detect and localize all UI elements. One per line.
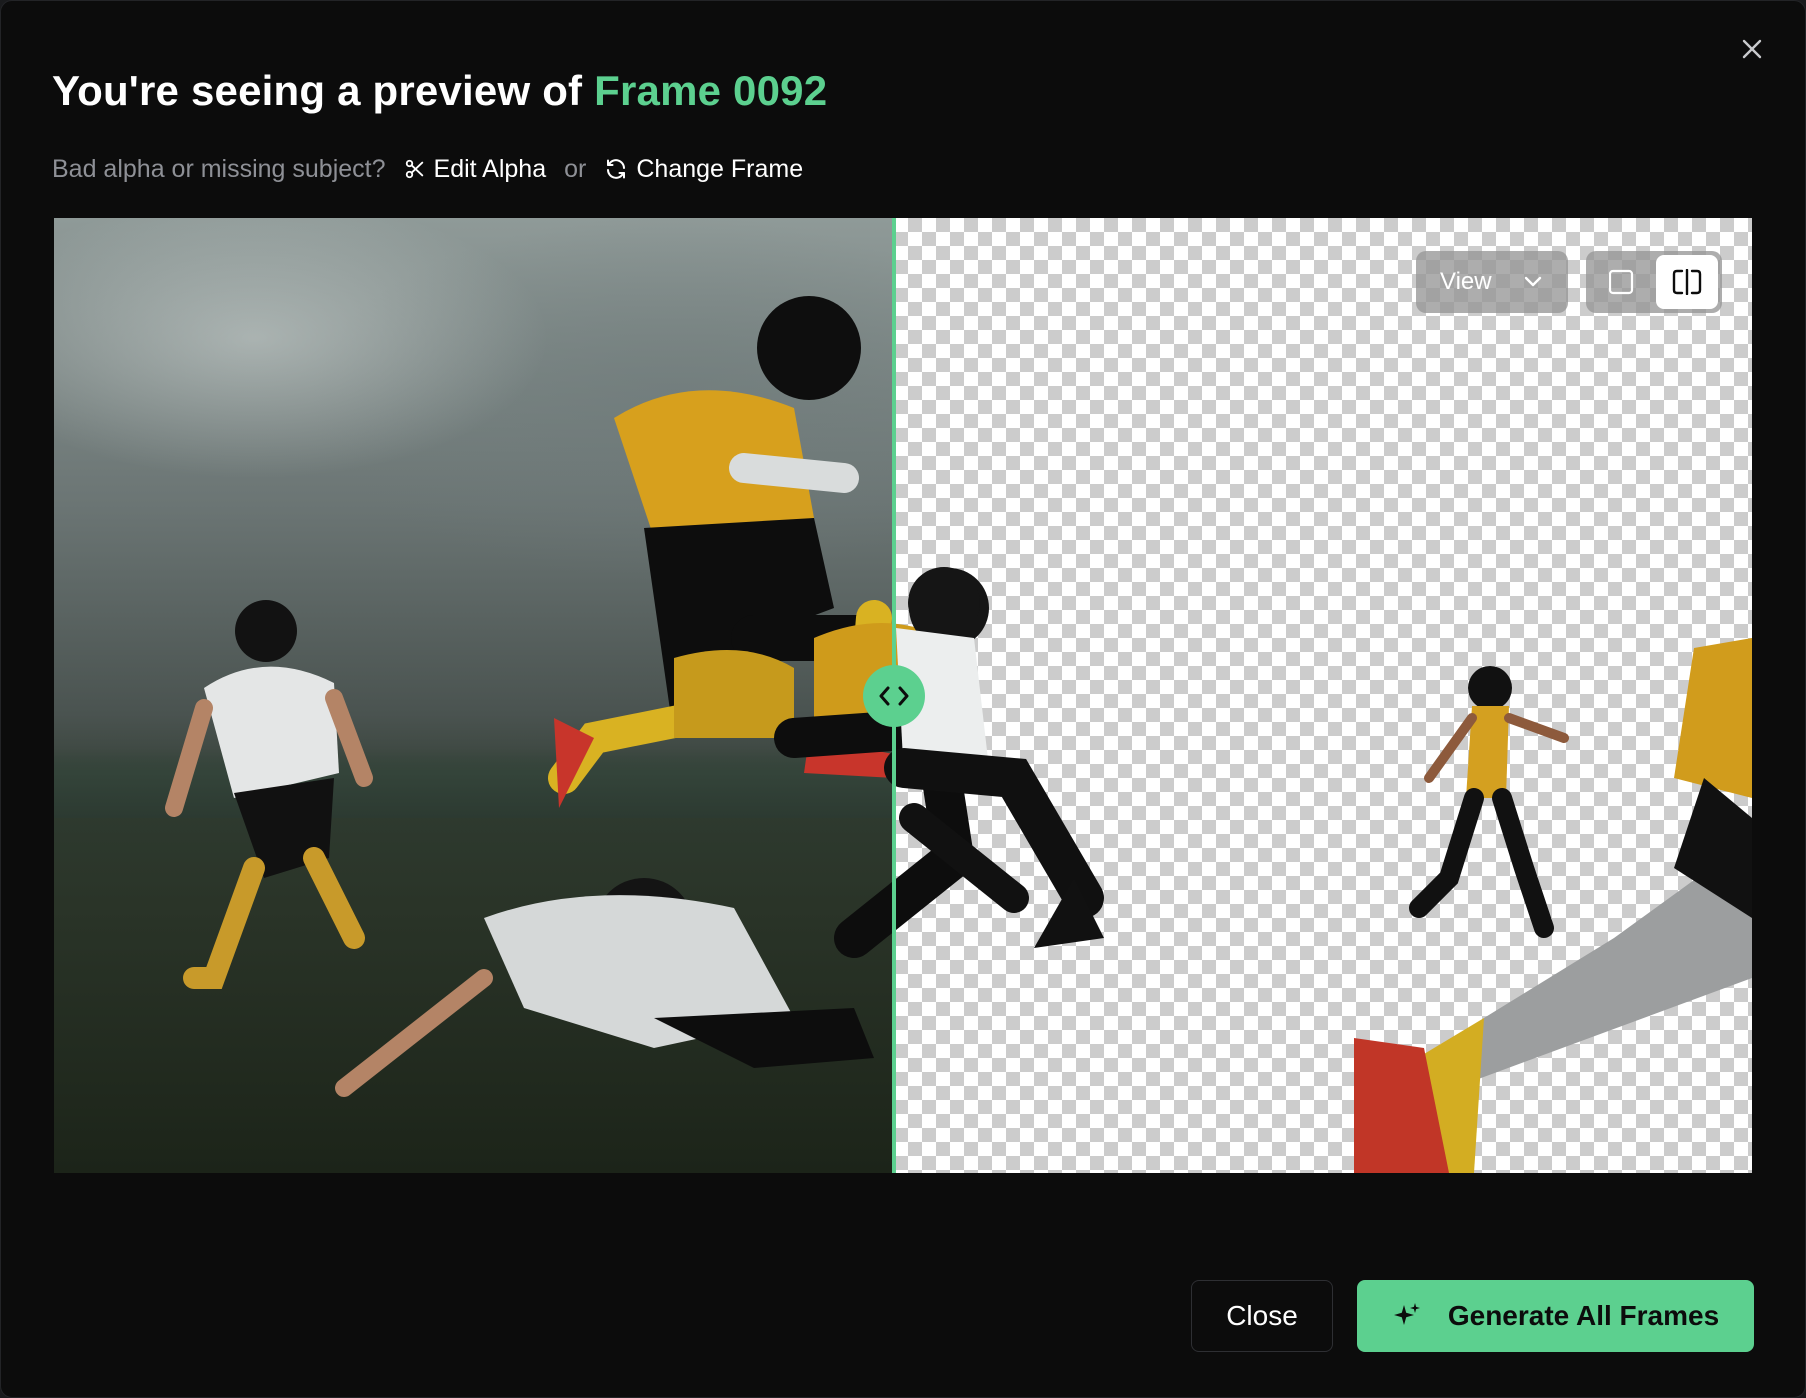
frame-name: Frame 0092: [594, 67, 828, 114]
diving-player-figure: [335, 878, 874, 1097]
help-line: Bad alpha or missing subject? Edit Alpha…: [52, 151, 803, 187]
view-mode-toggle: [1586, 251, 1722, 313]
sparkle-icon: [1393, 1303, 1420, 1325]
edit-alpha-link[interactable]: Edit Alpha: [404, 154, 547, 184]
left-right-arrows-icon: [879, 686, 909, 706]
refresh-icon: [607, 159, 626, 179]
help-prompt: Bad alpha or missing subject?: [52, 154, 386, 183]
generate-all-frames-button[interactable]: Generate All Frames: [1357, 1280, 1754, 1352]
view-dropdown-label: View: [1440, 268, 1492, 295]
split-compare-icon: [1672, 269, 1702, 295]
change-frame-link[interactable]: Change Frame: [604, 155, 803, 184]
single-view-button[interactable]: [1590, 255, 1652, 309]
split-view-button[interactable]: [1656, 255, 1718, 309]
close-button[interactable]: Close: [1191, 1280, 1333, 1352]
split-drag-handle[interactable]: [863, 665, 925, 727]
dialog-title: You're seeing a preview of Frame 0092: [52, 67, 827, 115]
edit-alpha-label: Edit Alpha: [433, 154, 547, 183]
close-icon: [1742, 39, 1762, 59]
preview-dialog: You're seeing a preview of Frame 0092 Ba…: [0, 0, 1806, 1398]
compare-preview[interactable]: View: [54, 218, 1752, 1173]
scissors-icon: [405, 159, 423, 179]
title-prefix: You're seeing a preview of: [52, 67, 595, 114]
square-icon: [1608, 269, 1634, 295]
view-dropdown[interactable]: View: [1416, 251, 1568, 313]
player-50-figure: [165, 600, 373, 989]
small-runner-figure: [1409, 666, 1569, 938]
generate-label: Generate All Frames: [1447, 1300, 1720, 1331]
change-frame-label: Change Frame: [636, 154, 804, 183]
or-text: or: [564, 154, 587, 183]
chevron-down-icon: [1524, 276, 1542, 287]
dialog-close-icon[interactable]: [1737, 34, 1767, 64]
